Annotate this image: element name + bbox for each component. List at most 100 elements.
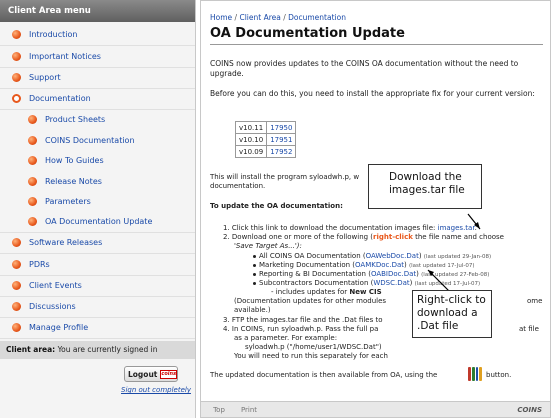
sidebar-item-client-events[interactable]: Client Events [0,275,195,297]
breadcrumb: Home / Client Area / Documentation [210,13,346,22]
sidebar-item-label: PDRs [29,260,50,269]
bullet-icon [12,302,21,311]
sidebar-item-manage-profile[interactable]: Manage Profile [0,317,195,339]
step-4-example: syloadwh.p ("/home/user1/WDSC.Dat") [245,343,382,351]
callout-download: Download the images.tar file [368,164,482,209]
sidebar-item-label: Parameters [45,196,91,206]
sidebar-item-label: Product Sheets [45,114,106,124]
sidebar-item-introduction[interactable]: Introduction [0,24,195,46]
sidebar: Client Area menu Introduction Important … [0,0,196,418]
sidebar-item-label: Introduction [29,30,78,39]
coins-logo: COINS [517,405,542,414]
step-1-text: 1. Click this link to download the docum… [223,224,436,232]
logout-button[interactable]: Logout coins [124,366,178,382]
breadcrumb-separator: / [234,13,238,22]
breadcrumb-client-area[interactable]: Client Area [239,13,280,22]
fix-link[interactable]: 17952 [266,145,297,158]
table-row: v10.10 17951 [234,133,297,146]
oabidoc-link[interactable]: OABIDoc.Dat [371,270,416,278]
sidebar-item-pdrs[interactable]: PDRs [0,254,195,276]
cis-text: - includes updates for [271,288,350,296]
sidebar-item-label: Software Releases [29,238,103,247]
docs-note-end: ome [527,297,543,305]
step-4-param: as a parameter. For example: [234,334,338,342]
step-2-save-as: 'Save Target As...'): [234,242,302,250]
top-link[interactable]: Top [207,406,231,414]
step-4-end: at file [519,325,539,333]
sidebar-item-label: How To Guides [45,155,104,165]
title-divider [210,44,543,45]
doc-updated: (last updated 17-Jul-07) [414,281,481,287]
step-2-text-a: 2. Download one or more of the following… [223,233,374,241]
sidebar-item-support[interactable]: Support [0,67,195,89]
sidebar-item-label: Client Events [29,281,82,290]
signin-status: Client area: You are currently signed in [0,341,195,359]
bullet-icon [253,272,256,276]
oamkdoc-link[interactable]: OAMKDoc.Dat [355,261,404,269]
open-bullet-icon [12,94,21,103]
fix-link[interactable]: 17950 [266,121,297,134]
doc-updated: (last updated 17-Jul-07) [408,263,475,269]
bullet-icon [253,263,256,267]
sidebar-item-label: COINS Documentation [45,135,135,145]
right-click-text: right-click [373,233,413,241]
bullet-icon [28,155,37,165]
doc-label: All COINS OA Documentation ( [259,252,366,260]
sidebar-item-how-to-guides[interactable]: How To Guides [0,149,195,171]
sidebar-item-software-releases[interactable]: Software Releases [0,232,195,254]
table-row: v10.11 17950 [234,121,297,134]
print-link[interactable]: Print [237,406,261,414]
step-4: 4. In COINS, run syloadwh.p. Pass the fu… [223,325,379,333]
cis-note: - includes updates for New CIS [271,288,382,297]
outro-end: button. [486,371,512,379]
table-row: v10.09 17952 [234,145,297,158]
bullet-icon [12,73,21,82]
sidebar-item-oa-documentation-update[interactable]: OA Documentation Update [0,211,195,233]
sidebar-item-release-notes[interactable]: Release Notes [0,170,195,192]
status-text: You are currently signed in [57,345,158,354]
docs-note-1: (Documentation updates for other modules [234,297,387,305]
sidebar-item-label: Release Notes [45,176,102,186]
breadcrumb-documentation[interactable]: Documentation [288,13,346,22]
sidebar-item-coins-documentation[interactable]: COINS Documentation [0,129,195,151]
bullet-icon [28,135,37,145]
sidebar-item-discussions[interactable]: Discussions [0,296,195,318]
breadcrumb-home[interactable]: Home [210,13,232,22]
sidebar-header: Client Area menu [0,0,195,22]
sidebar-item-label: OA Documentation Update [45,217,153,226]
wdsc-link[interactable]: WDSC.Dat [373,279,409,287]
logout-label: Logout [128,369,158,379]
step-2-text-b: the file name and choose [412,233,504,241]
sidebar-item-label: Important Notices [29,52,101,61]
cis-bold: New CIS [349,288,382,296]
signout-link[interactable]: Sign out completely [121,386,191,394]
documentation-books-icon[interactable] [468,367,482,381]
coins-logo-icon: coins [160,369,178,379]
sidebar-item-important-notices[interactable]: Important Notices [0,46,195,68]
sidebar-item-label: Discussions [29,302,76,311]
sidebar-item-label: Documentation [29,94,91,103]
step-1: 1. Click this link to download the docum… [223,224,477,233]
bullet-icon [12,238,21,247]
sidebar-item-product-sheets[interactable]: Product Sheets [0,108,195,130]
bullet-icon [12,30,21,39]
fix-link[interactable]: 17951 [266,133,297,146]
oawebdoc-link[interactable]: OAWebDoc.Dat [366,252,419,260]
images-tar-link[interactable]: images.tar [438,224,475,232]
sidebar-item-documentation[interactable]: Documentation [0,88,195,110]
docs-note-2: available.) [234,306,271,314]
bullet-icon [12,52,21,61]
before-text: Before you can do this, you need to inst… [210,89,535,98]
status-label: Client area: [6,345,56,354]
bullet-icon [12,260,21,269]
step-1-end: . [474,224,477,232]
sidebar-item-parameters[interactable]: Parameters [0,190,195,212]
outro-text: The updated documentation is then availa… [210,371,438,379]
doc-label: Subcontractors Documentation ( [259,279,374,287]
main-panel: Home / Client Area / Documentation OA Do… [200,0,551,418]
bullet-icon [28,114,37,124]
version-fix-table: v10.11 17950 v10.10 17951 v10.09 17952 [234,121,297,158]
bullet-icon [28,196,37,206]
doc-updated: (last updated 27-Feb-08) [421,272,490,278]
bullet-icon [28,217,37,226]
